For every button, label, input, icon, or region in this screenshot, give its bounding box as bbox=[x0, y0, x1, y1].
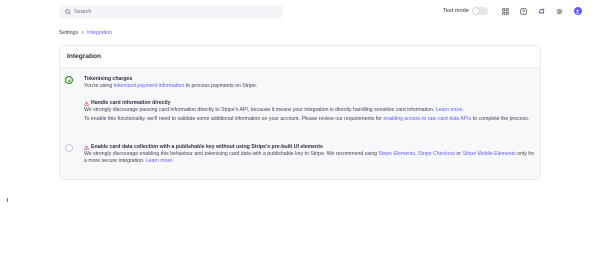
option-description: We strongly discourage passing card info… bbox=[84, 107, 535, 114]
option-placeholder-radio bbox=[65, 100, 73, 108]
card-body: Tokenising charges You're using tokenize… bbox=[60, 68, 540, 179]
option-title: Enable card data collection with a publi… bbox=[84, 144, 535, 151]
learn-more-link[interactable]: Learn more. bbox=[146, 158, 174, 164]
option-title: Handle card information directly bbox=[84, 100, 535, 107]
option-content: Tokenising charges You're using tokenize… bbox=[84, 76, 535, 90]
option-description: You're using tokenized payment informati… bbox=[84, 83, 535, 90]
option-description-secondary: To enable this functionality, we'll need… bbox=[84, 116, 535, 123]
integration-card: Integration Tokenising charges You're us… bbox=[59, 45, 541, 180]
option-title-text: Enable card data collection with a publi… bbox=[91, 144, 323, 150]
settings-gear-icon[interactable] bbox=[556, 7, 564, 15]
card-title: Integration bbox=[67, 53, 102, 60]
warning-icon bbox=[84, 145, 89, 150]
stripe-elements-link[interactable]: Stripe Elements bbox=[379, 151, 416, 157]
learn-more-link[interactable]: Learn more. bbox=[436, 107, 464, 113]
top-bar: Test mode bbox=[0, 0, 600, 24]
warning-icon bbox=[84, 101, 89, 106]
option-title-text: Tokenising charges bbox=[84, 76, 133, 82]
stripe-checkout-link[interactable]: Stripe Checkout bbox=[418, 151, 455, 157]
top-bar-tools: Test mode bbox=[443, 4, 582, 18]
toggle-knob bbox=[472, 8, 479, 14]
notifications-bell-icon[interactable] bbox=[538, 7, 546, 15]
search-icon bbox=[65, 8, 71, 15]
check-circle-icon bbox=[65, 76, 73, 84]
breadcrumb: Settings > Integration bbox=[59, 30, 112, 36]
option-content: Handle card information directly We stro… bbox=[84, 100, 535, 123]
option-description-text: We strongly discourage enabling this beh… bbox=[84, 151, 379, 157]
option-description-text: We strongly discourage passing card info… bbox=[84, 107, 436, 113]
option-description: We strongly discourage enabling this beh… bbox=[84, 151, 535, 165]
breadcrumb-separator: > bbox=[81, 30, 85, 36]
tokenized-payment-link[interactable]: tokenized payment information bbox=[114, 83, 185, 89]
text-cursor bbox=[7, 198, 8, 202]
apps-grid-icon[interactable] bbox=[502, 7, 510, 15]
search-bar[interactable] bbox=[59, 5, 283, 18]
card-header: Integration bbox=[60, 46, 540, 68]
test-mode-toggle[interactable] bbox=[471, 7, 488, 15]
breadcrumb-current[interactable]: Integration bbox=[87, 30, 112, 36]
option-title-text: Handle card information directly bbox=[91, 100, 171, 106]
breadcrumb-settings-link[interactable]: Settings bbox=[59, 30, 78, 36]
option-description-text: to process payments on Stripe. bbox=[184, 83, 258, 89]
raw-card-data-link[interactable]: enabling access to raw card data APIs bbox=[383, 116, 471, 122]
test-mode-label: Test mode bbox=[443, 8, 469, 14]
option-description-text: You're using bbox=[84, 83, 114, 89]
user-icon bbox=[576, 9, 580, 13]
option-description-text: to complete the process. bbox=[471, 116, 530, 122]
option-content: Enable card data collection with a publi… bbox=[84, 144, 535, 165]
stripe-mobile-elements-link[interactable]: Stripe Mobile Elements bbox=[462, 151, 515, 157]
option-title: Tokenising charges bbox=[84, 76, 535, 83]
option-radio[interactable] bbox=[65, 144, 73, 152]
help-icon[interactable] bbox=[520, 7, 528, 15]
option-description-text: To enable this functionality, we'll need… bbox=[84, 116, 384, 122]
search-input[interactable] bbox=[74, 8, 264, 15]
account-avatar[interactable] bbox=[573, 7, 582, 15]
